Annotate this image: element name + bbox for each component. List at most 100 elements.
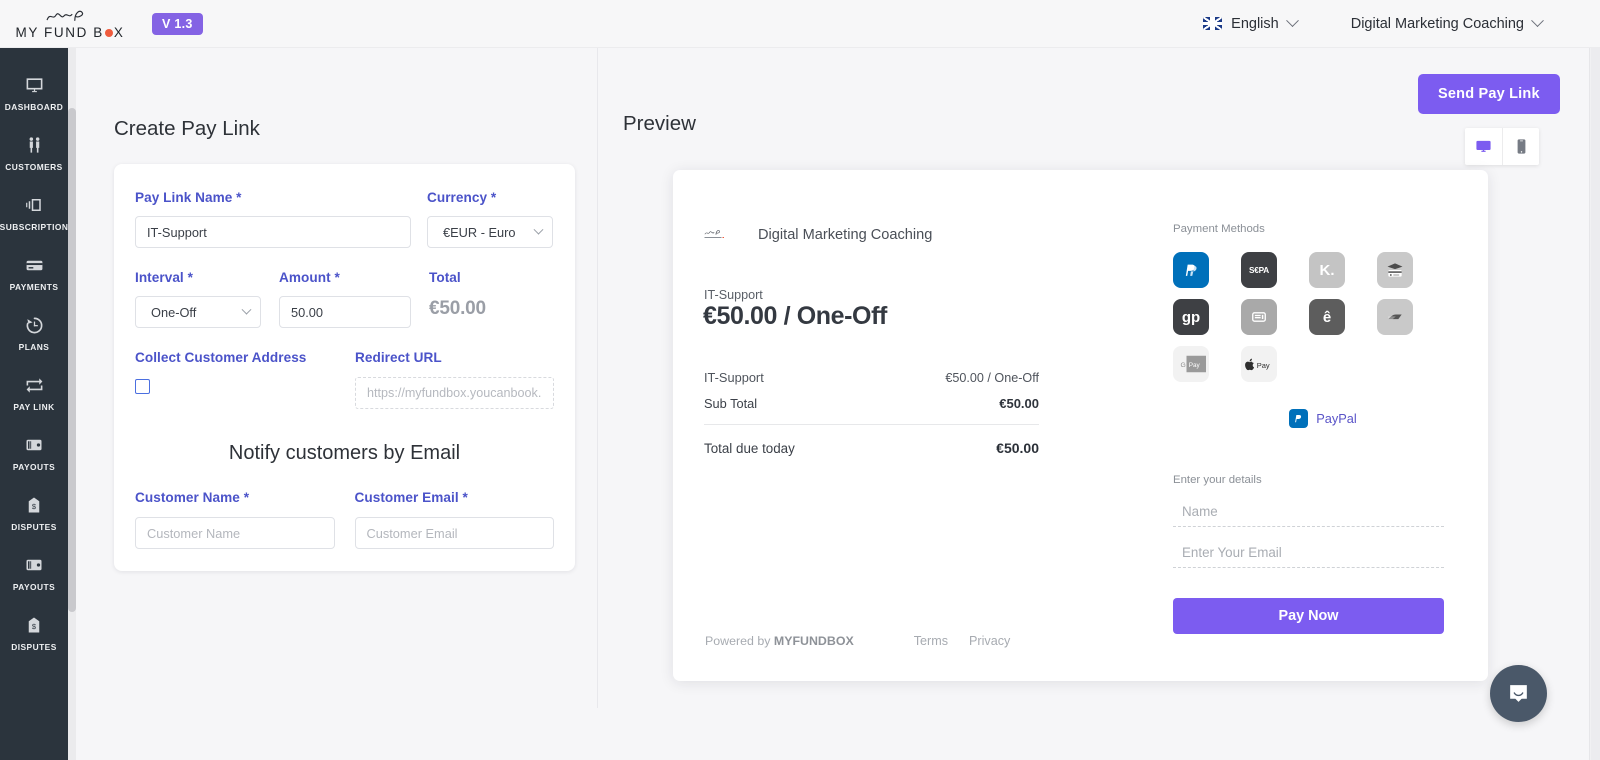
people-icon xyxy=(23,135,45,155)
collect-address-checkbox[interactable] xyxy=(135,379,150,394)
summary-row: Sub Total €50.00 xyxy=(704,396,1039,411)
pay-now-button[interactable]: Pay Now xyxy=(1173,598,1444,634)
paypal-icon xyxy=(1289,409,1309,428)
sidebar-item-payouts-2[interactable]: PAYOUTS xyxy=(0,544,68,604)
brand-wordmark: MY FUND B X xyxy=(15,25,124,40)
sidebar-label: PAYOUTS xyxy=(12,582,56,592)
redirect-url-input[interactable] xyxy=(355,377,554,409)
sidebar-label: DASHBOARD xyxy=(4,102,64,112)
notify-section-title: Notify customers by Email xyxy=(228,442,461,464)
apple-pay-icon[interactable]: Pay xyxy=(1241,346,1277,382)
language-selector[interactable]: English xyxy=(1203,14,1299,32)
account-selector[interactable]: Digital Marketing Coaching xyxy=(1351,14,1544,32)
klarna-icon[interactable]: K. xyxy=(1309,252,1345,288)
wallet-icon xyxy=(23,435,45,455)
brand-logo[interactable]: MY FUND B X xyxy=(0,8,140,40)
sidebar-label: DISPUTES xyxy=(11,642,57,652)
preview-merchant-row: Digital Marketing Coaching xyxy=(703,227,932,243)
sidebar-item-pay-link[interactable]: PAY LINK xyxy=(0,364,68,424)
sidebar-label: PAYMENTS xyxy=(9,282,59,292)
mobile-icon xyxy=(1517,139,1525,154)
summary-total-row: Total due today €50.00 xyxy=(704,440,1039,456)
sidebar-item-disputes[interactable]: $ DISPUTES xyxy=(0,484,68,544)
chat-bubble-icon xyxy=(1510,685,1527,702)
selected-method-name: PayPal xyxy=(1316,411,1357,426)
powered-brand: MYFUNDBOX xyxy=(773,634,854,648)
customer-email-label: Customer Email * xyxy=(354,490,468,505)
google-pay-icon[interactable]: G Pay xyxy=(1173,346,1209,382)
klarna-label: K. xyxy=(1319,261,1335,279)
interval-value: One-Off xyxy=(151,304,197,320)
preview-email-input[interactable] xyxy=(1173,538,1444,568)
sidebar-items: DASHBOARD CUSTOMERS SUBSCRIPTION PAYMENT… xyxy=(0,48,68,664)
wallet-icon xyxy=(23,555,45,575)
brand-name: MY FUND B xyxy=(15,24,104,40)
footer-links: Terms Privacy xyxy=(914,634,1011,648)
pay-link-name-input[interactable] xyxy=(135,216,411,248)
total-value: €50.00 xyxy=(429,298,486,319)
paypal-icon[interactable] xyxy=(1173,252,1209,288)
chevron-down-icon xyxy=(241,304,252,315)
customer-name-label: Customer Name * xyxy=(135,490,250,505)
currency-label: Currency * xyxy=(427,190,497,205)
mobile-preview-button[interactable] xyxy=(1502,128,1539,165)
amount-input[interactable] xyxy=(279,296,411,328)
card-icon[interactable] xyxy=(1377,252,1413,288)
ideal-icon[interactable]: ê xyxy=(1309,299,1345,335)
interval-select[interactable]: One-Off xyxy=(135,296,261,328)
sidebar-label: DISPUTES xyxy=(11,522,57,532)
sidebar-item-payouts[interactable]: PAYOUTS xyxy=(0,424,68,484)
summary-label: Sub Total xyxy=(704,396,758,411)
przelewy-icon[interactable] xyxy=(1241,299,1277,335)
top-bar: MY FUND B X V 1.3 English Digital Market… xyxy=(0,0,1600,48)
collect-address-label: Collect Customer Address xyxy=(135,350,307,365)
desktop-icon xyxy=(1476,140,1491,152)
chevron-down-icon xyxy=(1285,14,1299,28)
create-pay-link-column: Create Pay Link Pay Link Name * Currency… xyxy=(76,48,597,760)
redirect-url-label: Redirect URL xyxy=(355,350,442,365)
payment-methods-grid: S€PA K. gp ê G Pay Pay xyxy=(1173,252,1473,393)
main-content: Send Pay Link Create Pay Link Pay Link N… xyxy=(76,48,1589,760)
uk-flag-icon xyxy=(1203,17,1223,30)
main-scrollbar[interactable] xyxy=(1589,48,1600,760)
send-pay-link-button[interactable]: Send Pay Link xyxy=(1418,74,1560,114)
selected-payment-method: PayPal xyxy=(1173,409,1473,428)
preview-payment-pane: Payment Methods S€PA K. gp ê G Pay Pay P… xyxy=(1173,223,1473,634)
sidebar-item-customers[interactable]: CUSTOMERS xyxy=(0,124,68,184)
amount-label: Amount * xyxy=(279,270,340,285)
sidebar-scrollbar-thumb[interactable] xyxy=(68,108,76,612)
enter-details-label: Enter your details xyxy=(1173,474,1262,486)
sidebar-item-disputes-2[interactable]: $ DISPUTES xyxy=(0,604,68,664)
version-badge: V 1.3 xyxy=(152,12,203,35)
sidebar-item-plans[interactable]: PLANS xyxy=(0,304,68,364)
summary-divider xyxy=(704,424,1039,425)
preview-name-input[interactable] xyxy=(1173,497,1444,527)
sidebar-item-subscription[interactable]: SUBSCRIPTION xyxy=(0,184,68,244)
sidebar-label: PLANS xyxy=(18,342,50,352)
currency-select[interactable]: €EUR - Euro xyxy=(427,216,553,248)
giropay-icon[interactable]: gp xyxy=(1173,299,1209,335)
clock-arrow-icon xyxy=(23,315,45,335)
summary-value: €50.00 / One-Off xyxy=(945,371,1039,385)
sidebar-item-payments[interactable]: PAYMENTS xyxy=(0,244,68,304)
sidebar-item-dashboard[interactable]: DASHBOARD xyxy=(0,64,68,124)
chat-support-button[interactable] xyxy=(1490,665,1547,722)
customer-email-input[interactable] xyxy=(354,517,554,549)
summary-value: €50.00 xyxy=(999,396,1039,411)
bancontact-icon[interactable] xyxy=(1377,299,1413,335)
sepa-icon[interactable]: S€PA xyxy=(1241,252,1277,288)
powered-prefix: Powered by xyxy=(705,634,774,648)
language-label: English xyxy=(1231,15,1279,32)
summary-total-label: Total due today xyxy=(704,441,795,456)
sidebar: DASHBOARD CUSTOMERS SUBSCRIPTION PAYMENT… xyxy=(0,48,68,760)
brand-dot-icon xyxy=(104,29,113,37)
chevron-down-icon xyxy=(1531,14,1544,28)
repeat-icon xyxy=(23,375,45,395)
customer-name-input[interactable] xyxy=(135,517,335,549)
terms-link[interactable]: Terms xyxy=(914,634,948,648)
currency-value: €EUR - Euro xyxy=(443,224,516,240)
main-scrollbar-thumb[interactable] xyxy=(1591,48,1600,760)
sidebar-scrollbar[interactable] xyxy=(68,48,76,760)
desktop-preview-button[interactable] xyxy=(1465,128,1502,165)
privacy-link[interactable]: Privacy xyxy=(969,634,1010,648)
